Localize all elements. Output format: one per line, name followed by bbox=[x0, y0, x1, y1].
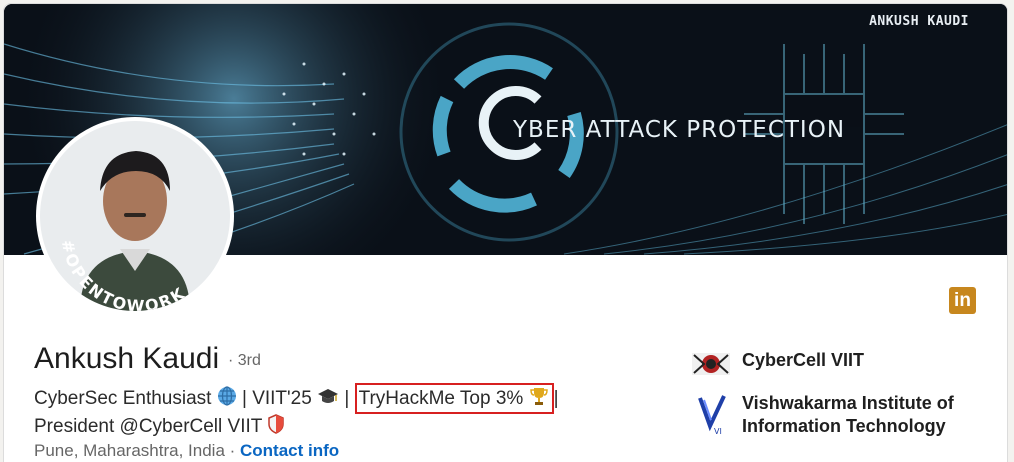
location-separator: · bbox=[224, 441, 241, 460]
trophy-icon bbox=[529, 386, 549, 414]
viit-logo-icon: VI bbox=[690, 392, 732, 436]
org-name-line1: Vishwakarma Institute of bbox=[742, 393, 954, 413]
avatar-photo: #OPENTOWORK bbox=[40, 121, 230, 311]
banner-title: YBER ATTACK PROTECTION bbox=[513, 117, 846, 143]
org-name: Vishwakarma Institute of Information Tec… bbox=[742, 392, 954, 438]
headline-line2: President @CyberCell VIIT bbox=[34, 416, 263, 437]
highlighted-headline-segment: TryHackMe Top 3% bbox=[354, 383, 554, 414]
org-name-line2: Information Technology bbox=[742, 416, 946, 436]
linkedin-button[interactable]: in bbox=[949, 287, 976, 314]
banner-signature: ANKUSH KAUDI bbox=[869, 14, 969, 29]
profile-location-line: Pune, Maharashtra, India · Contact info bbox=[34, 441, 339, 461]
globe-icon bbox=[217, 386, 237, 413]
location-text: Pune, Maharashtra, India bbox=[34, 441, 225, 460]
org-viit[interactable]: VI Vishwakarma Institute of Information … bbox=[690, 392, 954, 438]
shield-icon bbox=[267, 414, 285, 441]
cybercell-logo-icon bbox=[690, 349, 732, 393]
headline-separator: | bbox=[344, 388, 350, 409]
profile-headline: CyberSec Enthusiast | VIIT'25 | TryHackM… bbox=[34, 383, 559, 441]
headline-part1: CyberSec Enthusiast bbox=[34, 388, 212, 409]
svg-text:VI: VI bbox=[714, 427, 722, 436]
org-cybercell[interactable]: CyberCell VIIT bbox=[690, 349, 864, 393]
profile-name: Ankush Kaudi bbox=[34, 342, 220, 375]
profile-card: ANKUSH KAUDI YBER ATTACK PROTECTION #OPE… bbox=[3, 3, 1008, 462]
contact-info-link[interactable]: Contact info bbox=[240, 441, 339, 460]
profile-avatar[interactable]: #OPENTOWORK bbox=[36, 117, 234, 315]
org-name: CyberCell VIIT bbox=[742, 350, 865, 370]
headline-highlight-text: TryHackMe Top 3% bbox=[358, 388, 524, 409]
headline-separator-2: | bbox=[553, 388, 559, 409]
headline-part2: | VIIT'25 bbox=[241, 388, 312, 409]
connection-degree: · 3rd bbox=[228, 352, 261, 369]
graduation-cap-icon bbox=[317, 388, 339, 413]
